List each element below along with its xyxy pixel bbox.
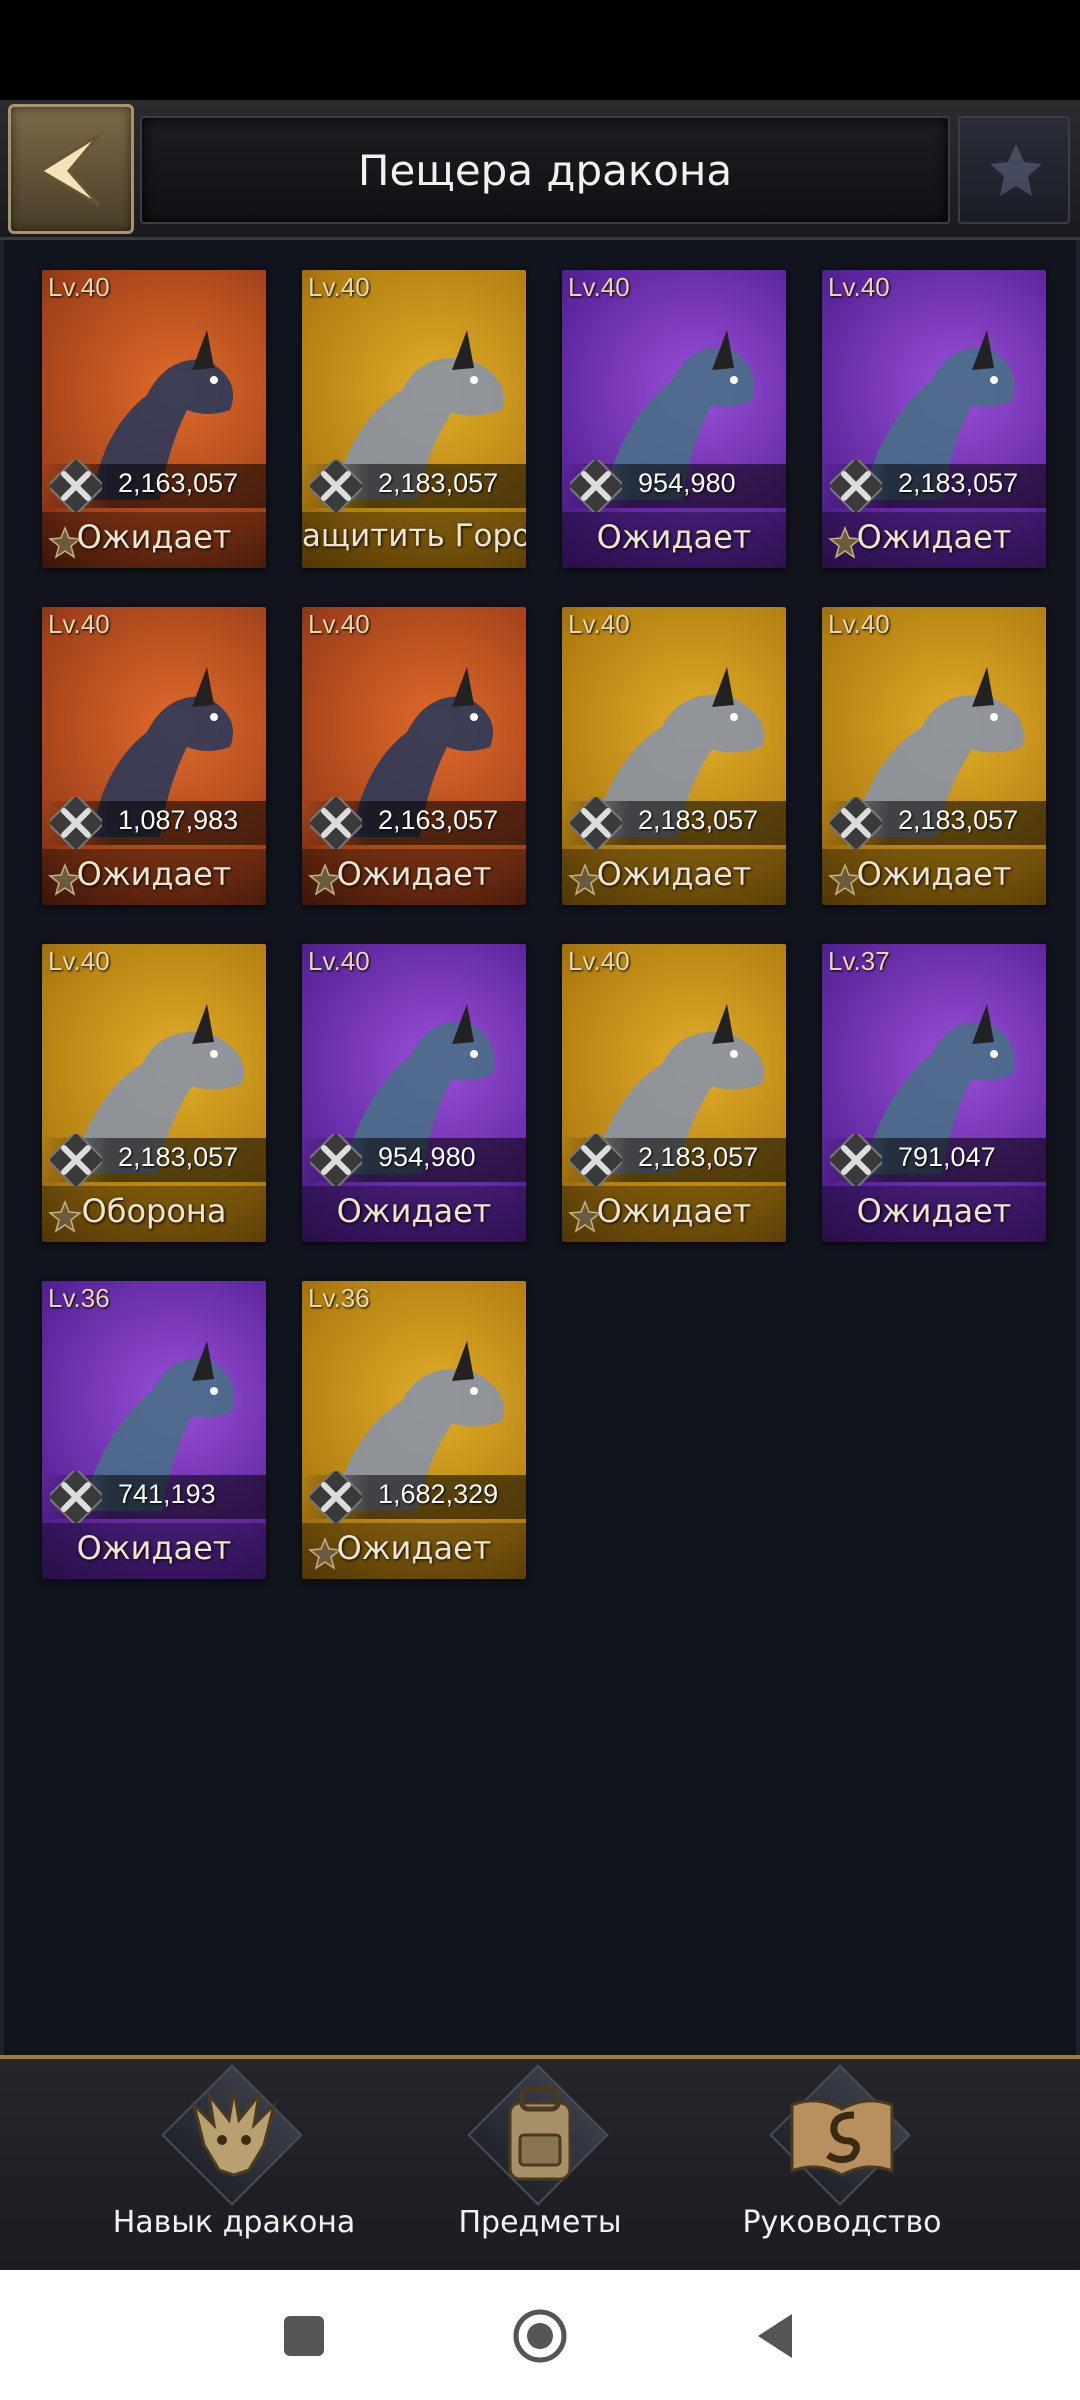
dragon-power: 1,087,983 xyxy=(118,805,239,835)
dragon-power: 2,183,057 xyxy=(898,468,1019,498)
crossed-swords-icon xyxy=(50,797,102,849)
dragon-status: Оборона xyxy=(81,1192,227,1230)
dragon-level: Lv.40 xyxy=(308,272,370,302)
home-circle-icon xyxy=(513,2309,567,2363)
dragon-power: 1,682,329 xyxy=(378,1479,499,1509)
back-system-button[interactable] xyxy=(744,2304,808,2368)
dragon-card[interactable]: Lv.40 2,183,057 Ожидает xyxy=(822,270,1046,568)
crossed-swords-icon xyxy=(570,797,622,849)
dragon-level: Lv.37 xyxy=(828,946,890,976)
dragon-level: Lv.36 xyxy=(308,1283,370,1313)
dragon-power: 2,183,057 xyxy=(898,805,1019,835)
back-button[interactable] xyxy=(8,104,134,234)
crossed-swords-icon xyxy=(830,1134,882,1186)
bottom-nav: Навык дракона Предметы Руководство xyxy=(0,2055,1080,2270)
dragon-book-icon xyxy=(790,2099,894,2177)
dragon-card[interactable]: Lv.40 2,163,057 Ожидает xyxy=(42,270,266,568)
dragon-card[interactable]: Lv.36 741,193 Ожидает xyxy=(42,1281,266,1579)
dragon-power: 791,047 xyxy=(898,1142,996,1172)
status-bar xyxy=(0,0,1080,100)
dragon-status: Ожидает xyxy=(596,855,752,893)
dragon-power: 741,193 xyxy=(118,1479,216,1509)
backpack-icon xyxy=(508,2086,572,2181)
crossed-swords-icon xyxy=(310,797,362,849)
dragon-status: Ожидает xyxy=(336,855,492,893)
emblem xyxy=(958,116,1070,224)
guide-label: Руководство xyxy=(742,2205,942,2240)
dragon-status: Ожидает xyxy=(596,518,752,556)
crossed-swords-icon xyxy=(50,460,102,512)
dragon-card[interactable]: Lv.40 2,183,057 Ожидает xyxy=(562,944,786,1242)
dragon-card[interactable]: Lv.40 2,183,057 Защитить Город xyxy=(302,270,526,568)
dragon-level: Lv.40 xyxy=(308,609,370,639)
dragon-status: Ожидает xyxy=(856,518,1012,556)
title-frame: Пещера дракона xyxy=(140,116,950,224)
dragon-level: Lv.40 xyxy=(568,272,630,302)
dragon-card[interactable]: Lv.37 791,047 Ожидает xyxy=(822,944,1046,1242)
dragon-card[interactable]: Lv.40 2,183,057 Ожидает xyxy=(822,607,1046,905)
dragon-status: Ожидает xyxy=(596,1192,752,1230)
dragon-skill-label: Навык дракона xyxy=(112,2205,356,2240)
triangle-back-icon xyxy=(758,2314,792,2358)
dragon-power: 2,183,057 xyxy=(638,1142,759,1172)
dragon-card[interactable]: Lv.36 1,682,329 Ожидает xyxy=(302,1281,526,1579)
dragon-card[interactable]: Lv.40 2,163,057 Ожидает xyxy=(302,607,526,905)
items-label: Предметы xyxy=(458,2205,622,2240)
dragon-level: Lv.40 xyxy=(828,272,890,302)
crossed-swords-icon xyxy=(830,460,882,512)
home-button[interactable] xyxy=(508,2304,572,2368)
dragon-status: Ожидает xyxy=(336,1529,492,1567)
dragon-power: 2,163,057 xyxy=(378,805,499,835)
dragon-level: Lv.40 xyxy=(828,609,890,639)
back-arrow-icon xyxy=(38,133,101,207)
crossed-swords-icon xyxy=(50,1471,102,1523)
recent-apps-button[interactable] xyxy=(272,2304,336,2368)
dragon-power: 2,183,057 xyxy=(378,468,499,498)
dragon-power: 954,980 xyxy=(378,1142,476,1172)
dragon-status: Защитить Город xyxy=(302,518,526,554)
dragon-list-area: Lv.40 2,163,057 Ожидает Lv.40 2,183,057 Защит… xyxy=(0,240,1080,2055)
dragon-card[interactable]: Lv.40 1,087,983 Ожидает xyxy=(42,607,266,905)
dragon-status: Ожидает xyxy=(856,1192,1012,1230)
fleur-emblem-icon xyxy=(990,144,1042,196)
crossed-swords-icon xyxy=(50,1134,102,1186)
dragon-power: 2,183,057 xyxy=(118,1142,239,1172)
crossed-swords-icon xyxy=(310,1471,362,1523)
guide-button[interactable]: Руководство xyxy=(712,2064,972,2267)
dragon-status: Ожидает xyxy=(856,855,1012,893)
system-nav-bar xyxy=(0,2270,1080,2400)
crossed-swords-icon xyxy=(570,1134,622,1186)
dragon-card[interactable]: Lv.40 954,980 Ожидает xyxy=(302,944,526,1242)
items-button[interactable]: Предметы xyxy=(410,2064,670,2267)
dragon-status: Ожидает xyxy=(336,1192,492,1230)
crossed-swords-icon xyxy=(570,460,622,512)
dragon-card[interactable]: Lv.40 2,183,057 Ожидает xyxy=(562,607,786,905)
dragon-level: Lv.40 xyxy=(48,946,110,976)
dragon-level: Lv.40 xyxy=(48,609,110,639)
dragon-card[interactable]: Lv.40 954,980 Ожидает xyxy=(562,270,786,568)
dragon-skill-button[interactable]: Навык дракона xyxy=(104,2064,364,2267)
dragon-status: Ожидает xyxy=(76,518,232,556)
dragon-power: 954,980 xyxy=(638,468,736,498)
dragon-level: Lv.40 xyxy=(568,609,630,639)
dragon-status: Ожидает xyxy=(76,1529,232,1567)
dragon-head-icon xyxy=(191,2089,277,2177)
crossed-swords-icon xyxy=(830,797,882,849)
dragon-level: Lv.36 xyxy=(48,1283,110,1313)
dragon-card[interactable]: Lv.40 2,183,057 Оборона xyxy=(42,944,266,1242)
dragon-power: 2,183,057 xyxy=(638,805,759,835)
crossed-swords-icon xyxy=(310,460,362,512)
header: Пещера дракона xyxy=(0,100,1080,240)
dragon-level: Lv.40 xyxy=(308,946,370,976)
crossed-swords-icon xyxy=(310,1134,362,1186)
dragon-level: Lv.40 xyxy=(48,272,110,302)
dragon-status: Ожидает xyxy=(76,855,232,893)
page-title: Пещера дракона xyxy=(357,145,733,195)
square-icon xyxy=(284,2316,324,2356)
dragon-power: 2,163,057 xyxy=(118,468,239,498)
dragon-level: Lv.40 xyxy=(568,946,630,976)
